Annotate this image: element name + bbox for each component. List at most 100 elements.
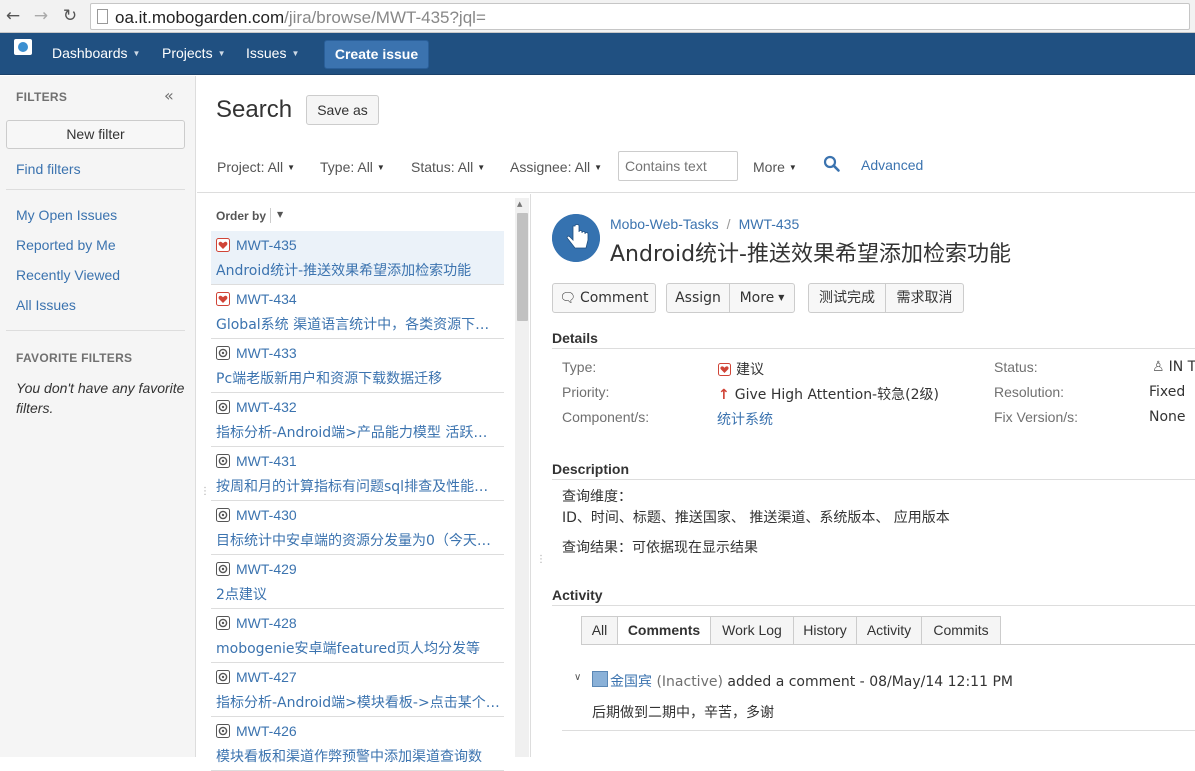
breadcrumb-separator: / [726, 216, 731, 232]
issue-summary-text[interactable]: 2点建议 [216, 584, 501, 604]
scrollbar[interactable]: ▲ [515, 198, 529, 757]
issue-summary-text[interactable]: Global系统 渠道语言统计中，各类资源下载量统计 [216, 314, 501, 334]
filters-sidebar: FILTERS « New filter Find filters My Ope… [0, 76, 196, 757]
issue-list-item[interactable]: MWT-435 Android统计-推送效果希望添加检索功能 [211, 231, 504, 285]
improvement-icon [216, 292, 230, 306]
issue-key-link[interactable]: MWT-429 [236, 561, 297, 577]
tab-comments[interactable]: Comments [617, 616, 711, 645]
issue-list-item[interactable]: MWT-428 mobogenie安卓端featured页人均分发等 [211, 609, 504, 663]
task-icon [216, 346, 230, 360]
forward-arrow-icon[interactable]: → [30, 6, 52, 26]
issue-key-link[interactable]: MWT-433 [236, 345, 297, 361]
comment-body: 后期做到二期中，辛苦，多谢 [592, 705, 774, 721]
issue-key-link[interactable]: MWT-427 [236, 669, 297, 685]
issue-detail-panel: Mobo-Web-Tasks / MWT-435 Android统计-推送效果希望添… [532, 194, 1195, 757]
search-icon[interactable] [823, 155, 841, 173]
breadcrumb-issue-key[interactable]: MWT-435 [739, 216, 800, 232]
issue-list-item[interactable]: MWT-426 模块看板和渠道作弊预警中添加渠道查询数 [211, 717, 504, 771]
issue-summary-text[interactable]: Pc端老版新用户和资源下载数据迁移 [216, 368, 501, 388]
issue-list-item[interactable]: MWT-432 指标分析-Android端>产品能力模型 活跃能力计算 [211, 393, 504, 447]
issue-key-link[interactable]: MWT-426 [236, 723, 297, 739]
project-criteria[interactable]: Project: All ▼ [217, 159, 295, 175]
resize-handle-icon[interactable]: ⋮ [536, 555, 546, 565]
text-search-input[interactable] [618, 151, 738, 181]
favorite-filters-heading: FAVORITE FILTERS [16, 351, 133, 365]
comment-author-link[interactable]: 金国宾 [610, 674, 652, 690]
type-criteria-label: Type: All [320, 159, 373, 175]
issue-summary-text[interactable]: 指标分析-Android端>模块看板->点击某个模块 [216, 692, 501, 712]
more-criteria[interactable]: More ▼ [753, 159, 797, 175]
issue-list-item[interactable]: MWT-434 Global系统 渠道语言统计中，各类资源下载量统计 [211, 285, 504, 339]
filters-heading: FILTERS [16, 90, 68, 104]
more-actions-button[interactable]: More ▼ [729, 283, 795, 313]
back-arrow-icon[interactable]: ← [2, 6, 24, 26]
order-by-label[interactable]: Order by [216, 209, 266, 223]
comment-button[interactable]: 🗨 Comment [552, 283, 656, 313]
tab-activity[interactable]: Activity [856, 616, 922, 645]
assignee-criteria[interactable]: Assignee: All ▼ [510, 159, 602, 175]
tab-history[interactable]: History [793, 616, 857, 645]
status-criteria[interactable]: Status: All ▼ [411, 159, 485, 175]
nav-dashboards[interactable]: Dashboards ▼ [52, 45, 140, 61]
issue-key-link[interactable]: MWT-435 [236, 237, 297, 253]
issue-summary-text[interactable]: 模块看板和渠道作弊预警中添加渠道查询数 [216, 746, 501, 766]
issue-summary-text[interactable]: 指标分析-Android端>产品能力模型 活跃能力计算 [216, 422, 501, 442]
url-text[interactable]: oa.it.mobogarden.com/jira/browse/MWT-435… [115, 8, 486, 28]
more-actions-label: More [739, 290, 775, 306]
task-icon [216, 400, 230, 414]
nav-projects-label: Projects [162, 45, 213, 61]
issue-list-panel: Order by ▼ MWT-435 Android统计-推送效果希望添加检索功能… [197, 194, 531, 771]
find-filters-link[interactable]: Find filters [16, 161, 81, 177]
nav-projects[interactable]: Projects ▼ [162, 45, 226, 61]
issue-key-link[interactable]: MWT-434 [236, 291, 297, 307]
resize-handle-icon[interactable]: ⋮ [200, 487, 210, 497]
priority-value: ↑ Give High Attention-较急(2级) [718, 384, 939, 404]
filter-reported-by-me[interactable]: Reported by Me [16, 237, 116, 253]
tab-commits[interactable]: Commits [921, 616, 1001, 645]
issue-summary-text[interactable]: 按周和月的计算指标有问题sql排查及性能优化 [216, 476, 501, 496]
issue-key-link[interactable]: MWT-432 [236, 399, 297, 415]
filter-all-issues[interactable]: All Issues [16, 297, 76, 313]
cancel-requirement-button[interactable]: 需求取消 [885, 283, 964, 313]
status-label: Status: [994, 359, 1038, 375]
issue-key-link[interactable]: MWT-431 [236, 453, 297, 469]
divider [6, 189, 185, 190]
advanced-search-link[interactable]: Advanced [861, 157, 923, 173]
test-complete-button[interactable]: 测试完成 [808, 283, 886, 313]
issue-list-item[interactable]: MWT-433 Pc端老版新用户和资源下载数据迁移 [211, 339, 504, 393]
issue-key-link[interactable]: MWT-430 [236, 507, 297, 523]
component-value-link[interactable]: 统计系统 [717, 409, 773, 429]
tab-all[interactable]: All [581, 616, 618, 645]
avatar[interactable] [592, 671, 608, 687]
collapse-comment-icon[interactable]: ∨ [574, 672, 581, 683]
breadcrumb-project[interactable]: Mobo-Web-Tasks [610, 216, 719, 232]
filter-my-open-issues[interactable]: My Open Issues [16, 207, 117, 223]
chevron-down-icon[interactable]: ▼ [277, 210, 283, 219]
issue-list-item[interactable]: MWT-427 指标分析-Android端>模块看板->点击某个模块 [211, 663, 504, 717]
jira-logo-icon[interactable] [14, 39, 32, 55]
tab-work-log[interactable]: Work Log [710, 616, 794, 645]
more-criteria-label: More [753, 159, 785, 175]
issue-list-item[interactable]: MWT-430 目标统计中安卓端的资源分发量为0（今天数据） [211, 501, 504, 555]
issue-list-item[interactable]: MWT-431 按周和月的计算指标有问题sql排查及性能优化 [211, 447, 504, 501]
status-criteria-label: Status: All [411, 159, 474, 175]
type-criteria[interactable]: Type: All ▼ [320, 159, 385, 175]
scroll-up-arrow-icon[interactable]: ▲ [517, 200, 522, 208]
assign-button[interactable]: Assign [666, 283, 730, 313]
collapse-sidebar-icon[interactable]: « [164, 86, 174, 105]
issue-summary-text[interactable]: 目标统计中安卓端的资源分发量为0（今天数据） [216, 530, 501, 550]
nav-issues[interactable]: Issues ▼ [246, 45, 299, 61]
filter-recently-viewed[interactable]: Recently Viewed [16, 267, 120, 283]
scrollbar-thumb[interactable] [517, 213, 528, 321]
improvement-icon [718, 363, 731, 376]
create-issue-button[interactable]: Create issue [324, 40, 429, 69]
issue-summary-text[interactable]: Android统计-推送效果希望添加检索功能 [216, 260, 501, 280]
save-as-button[interactable]: Save as [306, 95, 379, 125]
issue-key-link[interactable]: MWT-428 [236, 615, 297, 631]
divider [6, 330, 185, 331]
new-filter-button[interactable]: New filter [6, 120, 185, 149]
issue-summary-text[interactable]: mobogenie安卓端featured页人均分发等 [216, 638, 501, 658]
issue-list-item[interactable]: MWT-429 2点建议 [211, 555, 504, 609]
reload-icon[interactable]: ↻ [59, 6, 81, 26]
address-bar[interactable]: oa.it.mobogarden.com/jira/browse/MWT-435… [90, 3, 1190, 30]
